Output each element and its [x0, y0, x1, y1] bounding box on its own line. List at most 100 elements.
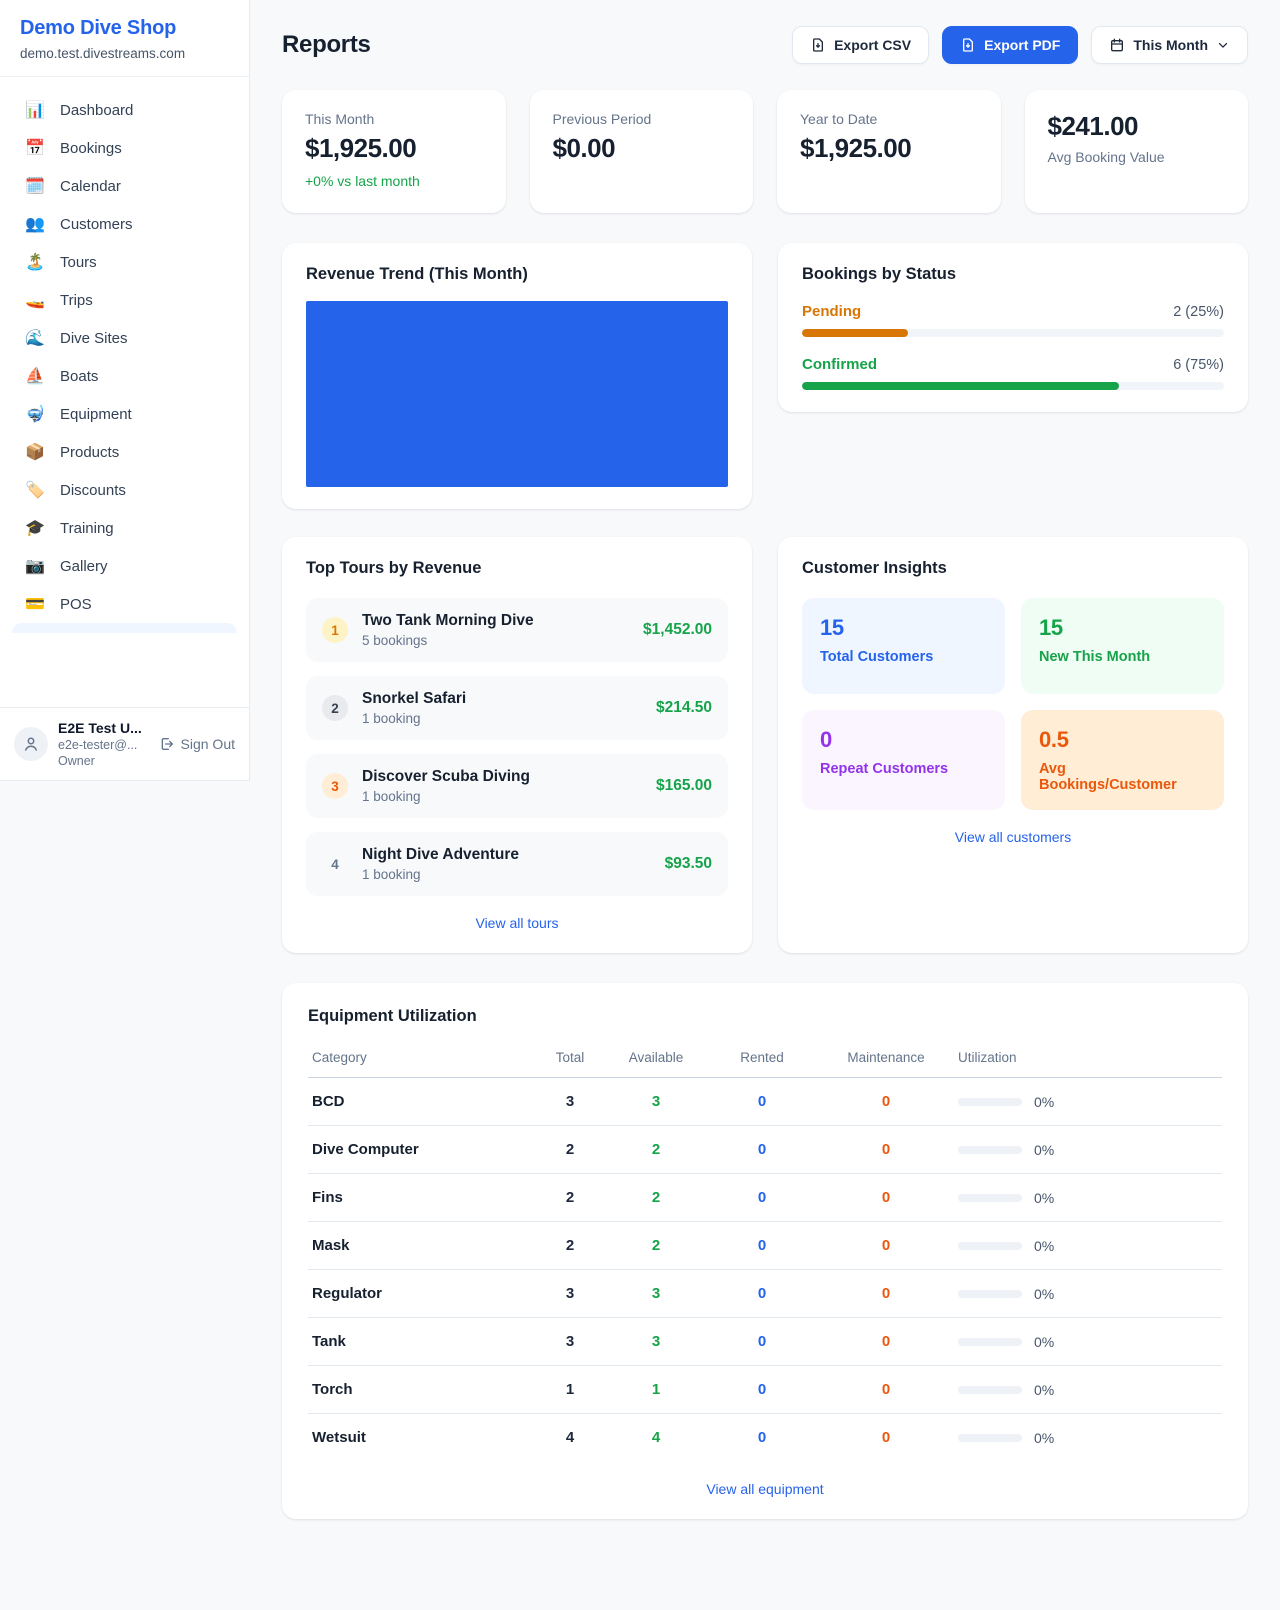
- products-icon: 📦: [24, 442, 46, 462]
- cell-category: Dive Computer: [308, 1126, 534, 1174]
- sidebar-item-label: Discounts: [60, 482, 126, 499]
- equipment-utilization-panel: Equipment Utilization Category Total Ava…: [282, 983, 1248, 1519]
- revenue-trend-chart: [306, 301, 728, 487]
- cell-total: 3: [534, 1078, 606, 1126]
- col-header-available: Available: [606, 1040, 706, 1078]
- sidebar-item-boats[interactable]: ⛵ Boats: [12, 357, 237, 395]
- status-label: Pending: [802, 303, 861, 320]
- cell-maintenance: 0: [818, 1270, 954, 1318]
- sidebar-item-reports-active-partial[interactable]: [12, 623, 237, 633]
- sidebar-item-training[interactable]: 🎓 Training: [12, 509, 237, 547]
- col-header-utilization: Utilization: [954, 1040, 1222, 1078]
- utilization-text: 0%: [1034, 1142, 1054, 1158]
- sidebar-item-calendar[interactable]: 🗓️ Calendar: [12, 167, 237, 205]
- sidebar-item-label: POS: [60, 596, 92, 613]
- cell-total: 4: [534, 1414, 606, 1462]
- table-row: Dive Computer22000%: [308, 1126, 1222, 1174]
- customers-icon: 👥: [24, 214, 46, 234]
- cell-category: Regulator: [308, 1270, 534, 1318]
- cell-total: 2: [534, 1174, 606, 1222]
- top-tours-panel: Top Tours by Revenue 1 Two Tank Morning …: [282, 537, 752, 953]
- sidebar-item-customers[interactable]: 👥 Customers: [12, 205, 237, 243]
- tour-row: 4 Night Dive Adventure 1 booking $93.50: [306, 832, 728, 896]
- sign-out-button[interactable]: Sign Out: [159, 736, 235, 752]
- file-download-icon: [960, 37, 976, 53]
- tile-label: Repeat Customers: [820, 761, 987, 777]
- cell-total: 2: [534, 1222, 606, 1270]
- cell-category: Wetsuit: [308, 1414, 534, 1462]
- cell-utilization: 0%: [954, 1222, 1222, 1270]
- progress-track: [802, 382, 1224, 390]
- sidebar-item-gallery[interactable]: 📷 Gallery: [12, 547, 237, 585]
- customer-insights-panel: Customer Insights 15 Total Customers 15 …: [778, 537, 1248, 953]
- utilization-bar: [958, 1338, 1022, 1346]
- user-meta: E2E Test U... e2e-tester@... Owner: [58, 720, 149, 768]
- cell-maintenance: 0: [818, 1414, 954, 1462]
- tile-avg-bookings-customer: 0.5 Avg Bookings/Customer: [1021, 710, 1224, 810]
- sidebar-item-products[interactable]: 📦 Products: [12, 433, 237, 471]
- tile-value: 15: [1039, 615, 1206, 641]
- cell-maintenance: 0: [818, 1222, 954, 1270]
- view-all-customers-link[interactable]: View all customers: [802, 829, 1224, 845]
- cell-rented: 0: [706, 1174, 818, 1222]
- sidebar-item-bookings[interactable]: 📅 Bookings: [12, 129, 237, 167]
- status-row-pending: Pending 2 (25%): [802, 303, 1224, 337]
- sidebar-item-dashboard[interactable]: 📊 Dashboard: [12, 91, 237, 129]
- tour-amount: $165.00: [656, 777, 712, 795]
- tour-name: Snorkel Safari: [362, 690, 642, 708]
- status-value: 6 (75%): [1173, 357, 1224, 373]
- tile-value: 0.5: [1039, 727, 1206, 753]
- cell-utilization: 0%: [954, 1414, 1222, 1462]
- avatar: [14, 727, 48, 761]
- utilization-bar: [958, 1146, 1022, 1154]
- sidebar-user-footer: E2E Test U... e2e-tester@... Owner Sign …: [0, 707, 249, 780]
- sidebar-item-tours[interactable]: 🏝️ Tours: [12, 243, 237, 281]
- cell-utilization: 0%: [954, 1318, 1222, 1366]
- sidebar-header: Demo Dive Shop demo.test.divestreams.com: [0, 0, 249, 77]
- sidebar-item-equipment[interactable]: 🤿 Equipment: [12, 395, 237, 433]
- charts-row: Revenue Trend (This Month) Bookings by S…: [282, 243, 1248, 509]
- utilization-bar: [958, 1434, 1022, 1442]
- panel-title: Top Tours by Revenue: [306, 559, 728, 578]
- tile-new-this-month: 15 New This Month: [1021, 598, 1224, 694]
- view-all-equipment-link[interactable]: View all equipment: [308, 1481, 1222, 1497]
- period-label: This Month: [1133, 37, 1208, 53]
- tours-icon: 🏝️: [24, 252, 46, 272]
- cell-category: Torch: [308, 1366, 534, 1414]
- cell-rented: 0: [706, 1366, 818, 1414]
- period-dropdown[interactable]: This Month: [1091, 26, 1248, 64]
- stat-value: $241.00: [1048, 111, 1226, 142]
- sidebar-item-discounts[interactable]: 🏷️ Discounts: [12, 471, 237, 509]
- calendar-icon: [1109, 37, 1125, 53]
- cell-available: 2: [606, 1222, 706, 1270]
- stat-label: Avg Booking Value: [1048, 149, 1226, 165]
- stat-label: This Month: [305, 111, 483, 127]
- table-row: Regulator33000%: [308, 1270, 1222, 1318]
- sidebar: Demo Dive Shop demo.test.divestreams.com…: [0, 0, 250, 781]
- status-value: 2 (25%): [1173, 304, 1224, 320]
- rank-badge: 3: [322, 773, 348, 799]
- export-pdf-label: Export PDF: [984, 37, 1060, 53]
- table-row: Tank33000%: [308, 1318, 1222, 1366]
- sidebar-item-pos[interactable]: 💳 POS: [12, 585, 237, 623]
- panel-title: Customer Insights: [802, 559, 1224, 578]
- col-header-maintenance: Maintenance: [818, 1040, 954, 1078]
- tour-amount: $1,452.00: [643, 621, 712, 639]
- sidebar-item-trips[interactable]: 🚤 Trips: [12, 281, 237, 319]
- export-csv-button[interactable]: Export CSV: [792, 26, 929, 64]
- cell-rented: 0: [706, 1222, 818, 1270]
- utilization-text: 0%: [1034, 1238, 1054, 1254]
- tile-label: New This Month: [1039, 649, 1206, 665]
- tile-label: Avg Bookings/Customer: [1039, 761, 1206, 793]
- cell-maintenance: 0: [818, 1318, 954, 1366]
- sidebar-item-dive-sites[interactable]: 🌊 Dive Sites: [12, 319, 237, 357]
- dashboard-icon: 📊: [24, 100, 46, 120]
- col-header-rented: Rented: [706, 1040, 818, 1078]
- view-all-tours-link[interactable]: View all tours: [306, 915, 728, 931]
- table-row: Fins22000%: [308, 1174, 1222, 1222]
- utilization-text: 0%: [1034, 1286, 1054, 1302]
- cell-utilization: 0%: [954, 1126, 1222, 1174]
- cell-utilization: 0%: [954, 1270, 1222, 1318]
- export-pdf-button[interactable]: Export PDF: [942, 26, 1078, 64]
- main-content: Reports Export CSV Export PDF: [250, 0, 1280, 1559]
